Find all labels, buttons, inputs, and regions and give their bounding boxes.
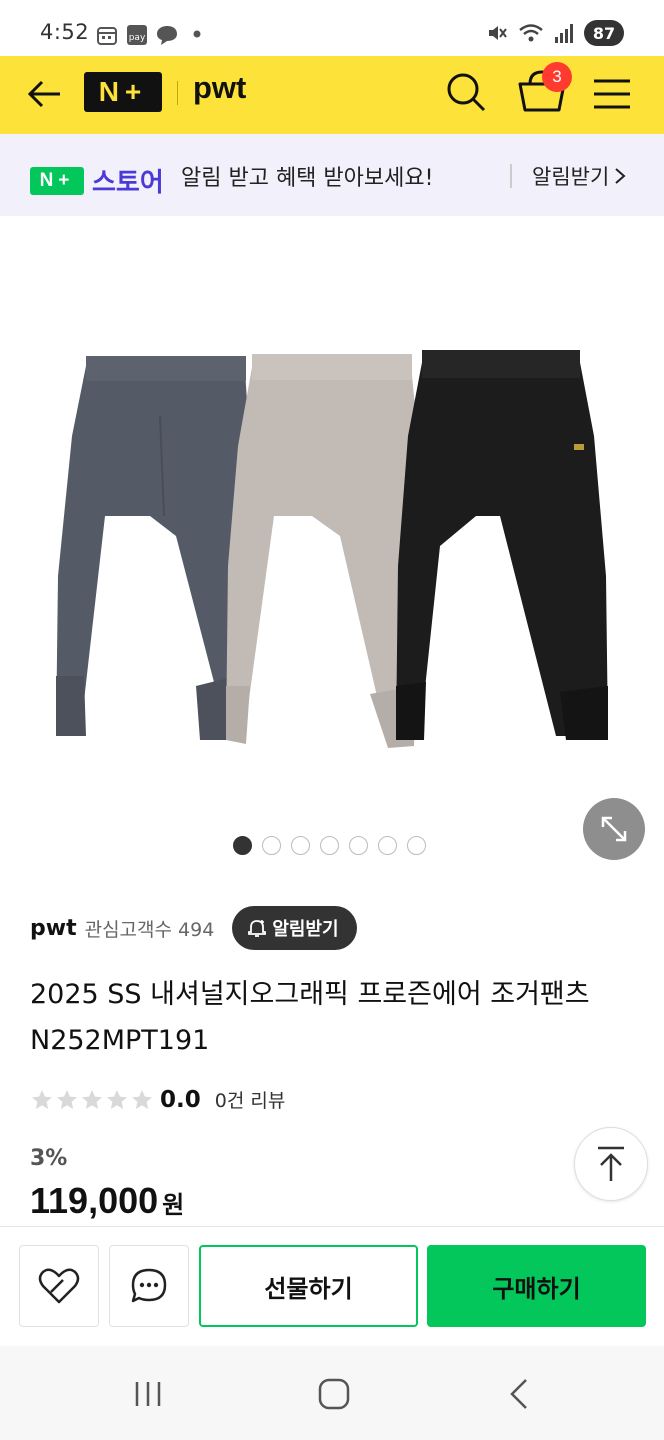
arrow-up-icon [598, 1146, 624, 1181]
purchase-action-bar: 선물하기 구매하기 [0, 1226, 664, 1346]
chevron-right-icon [615, 168, 626, 184]
promo-divider [510, 164, 512, 188]
star-icon [107, 1089, 127, 1109]
pagination-dot[interactable] [378, 836, 397, 855]
promo-action-label: 알림받기 [532, 165, 610, 189]
product-title: 2025 SS 내셔널지오그래픽 프로즌에어 조거팬츠 N252MPT191 [30, 979, 590, 1056]
bell-plus-icon [248, 920, 267, 937]
wishlist-button[interactable] [19, 1245, 99, 1327]
dot-icon [193, 30, 201, 38]
star-icon [57, 1089, 77, 1109]
beige-pants-image [226, 354, 420, 748]
scroll-top-button[interactable] [574, 1127, 648, 1201]
seller-name[interactable]: pwt [30, 916, 77, 941]
expand-icon [601, 816, 627, 842]
gift-button[interactable]: 선물하기 [199, 1245, 418, 1327]
back-nav-icon[interactable] [500, 1374, 540, 1414]
review-count[interactable]: 0건 리뷰 [215, 1086, 286, 1113]
mute-icon [489, 26, 507, 40]
store-title[interactable]: pwt [193, 70, 246, 106]
promo-logo-badge: N+ [30, 166, 84, 195]
charcoal-pants-image [56, 356, 248, 740]
pagination-dot[interactable] [291, 836, 310, 855]
promo-message: 알림 받고 혜택 받아보세요! [181, 166, 434, 191]
menu-icon[interactable] [590, 72, 634, 116]
rating-stars [30, 1088, 154, 1112]
battery-indicator: 87 [584, 20, 624, 46]
chat-bubble-icon [157, 26, 177, 45]
status-bar: 4:52 pay 87 [0, 0, 664, 56]
price-currency: 원 [162, 1191, 185, 1219]
header-divider [177, 81, 178, 105]
chat-icon [131, 1268, 167, 1303]
pagination-dot[interactable] [407, 836, 426, 855]
calendar-icon [97, 27, 117, 45]
promo-subscribe-link[interactable]: 알림받기 [532, 161, 627, 191]
price-value: 119,000 [30, 1180, 159, 1221]
pagination-dot[interactable] [320, 836, 339, 855]
signal-icon [555, 24, 573, 43]
buy-button[interactable]: 구매하기 [427, 1245, 646, 1327]
seller-alert-button[interactable]: 알림받기 [232, 906, 357, 950]
discount-rate: 3% [30, 1146, 68, 1171]
star-icon [82, 1089, 102, 1109]
svg-text:pay: pay [129, 33, 146, 43]
cart-count-badge: 3 [542, 62, 572, 92]
black-pants-image [396, 350, 608, 740]
rating-score: 0.0 [160, 1086, 201, 1113]
pagination-dot[interactable] [233, 836, 252, 855]
pay-icon: pay [127, 25, 147, 45]
search-icon[interactable] [442, 68, 490, 116]
naver-plus-store-logo: N+ 스토어 [30, 162, 164, 199]
status-time: 4:52 [40, 20, 90, 44]
expand-image-button[interactable] [583, 798, 645, 860]
seller-alert-label: 알림받기 [272, 919, 339, 940]
rating-row[interactable]: 0.0 0건 리뷰 [30, 1086, 285, 1113]
promo-logo-text: 스토어 [92, 168, 164, 198]
back-arrow-icon[interactable] [24, 72, 68, 116]
seller-fans-count: 관심고객수 494 [84, 918, 215, 941]
star-icon [32, 1089, 52, 1109]
naver-plus-logo[interactable]: N+ [84, 72, 162, 112]
recent-apps-icon[interactable] [128, 1374, 168, 1414]
chat-button[interactable] [109, 1245, 189, 1327]
pagination-dot[interactable] [262, 836, 281, 855]
status-right: 87 [486, 20, 624, 46]
heart-icon [38, 1268, 80, 1304]
price: 119,000 원 [30, 1180, 184, 1222]
wifi-icon [519, 24, 543, 42]
pagination-dot[interactable] [349, 836, 368, 855]
image-pagination [233, 836, 426, 855]
promo-banner[interactable]: N+ 스토어 알림 받고 혜택 받아보세요! 알림받기 [0, 134, 664, 216]
seller-row: pwt 관심고객수 494 알림받기 [30, 906, 357, 950]
home-icon[interactable] [314, 1374, 354, 1414]
product-image[interactable] [0, 216, 664, 876]
star-icon [132, 1089, 152, 1109]
system-nav-bar [0, 1346, 664, 1440]
pants-photo [56, 350, 608, 748]
